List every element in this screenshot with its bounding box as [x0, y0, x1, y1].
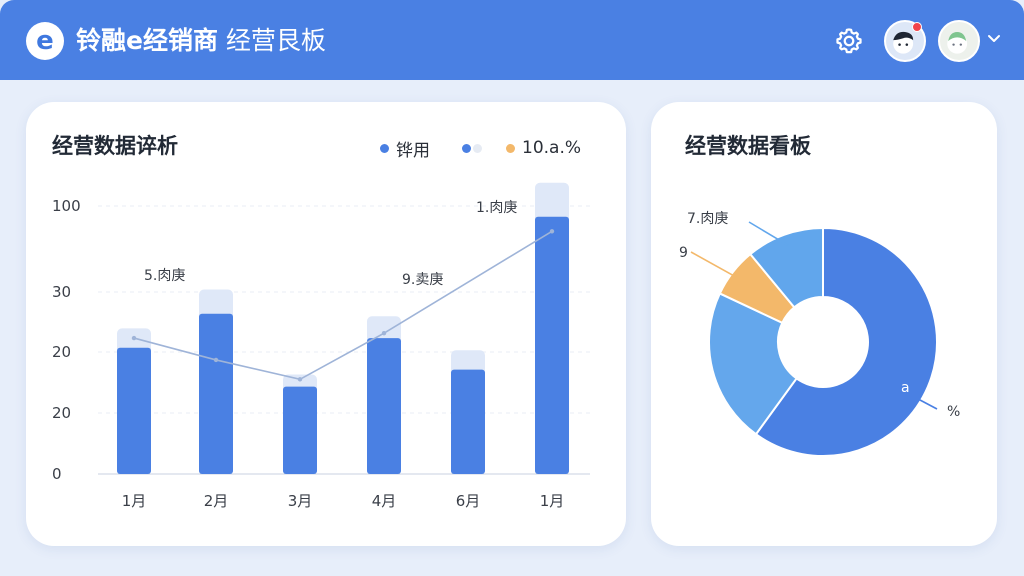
- bar[interactable]: [199, 313, 233, 474]
- top-navigation-bar: e 铃融e经销商 经营艮板: [0, 0, 1024, 80]
- donut-chart: % 9 7.肉庚 a: [679, 211, 960, 457]
- bar[interactable]: [451, 369, 485, 474]
- slice-label: 9: [679, 245, 688, 261]
- slice-label: %: [947, 404, 960, 420]
- slice-label: 7.肉庚: [687, 211, 728, 227]
- app-title-brand: 铃融e经销商: [76, 26, 218, 55]
- account-avatar[interactable]: [938, 20, 980, 62]
- app-logo: e: [26, 22, 64, 60]
- y-tick-label: 20: [52, 404, 71, 422]
- x-tick-label: 3月: [288, 492, 313, 510]
- trend-point: [213, 357, 219, 363]
- trend-point: [549, 229, 555, 234]
- avatar-icon: [947, 31, 968, 54]
- trend-point: [297, 377, 303, 382]
- y-tick-label: 0: [52, 465, 62, 483]
- x-tick-label: 6月: [456, 492, 481, 510]
- y-tick-label: 20: [52, 343, 71, 361]
- bar[interactable]: [367, 338, 401, 474]
- data-annotation: 5.肉庚: [144, 268, 185, 284]
- x-tick-label: 4月: [372, 492, 397, 510]
- notification-dot: [912, 22, 922, 32]
- y-tick-label: 100: [52, 197, 81, 215]
- y-tick-label: 30: [52, 283, 71, 301]
- x-tick-label: 1月: [122, 492, 147, 510]
- bar-line-chart: 0 20 20 30 100 1月 2月 3月 4月 6月 1月 5.肉庚 9.卖庚 1.肉庚: [52, 182, 590, 510]
- trend-line: [133, 230, 553, 381]
- x-tick-label: 2月: [204, 492, 229, 510]
- app-title: 铃融e经销商 经营艮板: [76, 24, 326, 58]
- bar[interactable]: [283, 386, 317, 474]
- trend-point: [381, 331, 387, 336]
- data-annotation: 1.肉庚: [476, 200, 517, 216]
- app-title-suffix: 经营艮板: [217, 26, 326, 55]
- slice-inner-label: a: [901, 380, 910, 396]
- dashboard-panel: 经营数据看板 % 9 7.肉庚 a: [651, 102, 997, 546]
- data-annotation: 9.卖庚: [402, 272, 443, 288]
- logo-letter: e: [36, 26, 54, 56]
- x-tick-label: 1月: [540, 492, 565, 510]
- gear-icon[interactable]: [834, 26, 864, 56]
- analysis-panel: 经营数据谇析 铧用 10.a.% 0 20 20 30 100 1月 2月 3月 4月 6月 1月 5…: [26, 102, 626, 546]
- bar[interactable]: [117, 347, 151, 474]
- chevron-down-icon[interactable]: [987, 34, 1001, 44]
- trend-point: [131, 335, 137, 341]
- bar[interactable]: [535, 216, 569, 474]
